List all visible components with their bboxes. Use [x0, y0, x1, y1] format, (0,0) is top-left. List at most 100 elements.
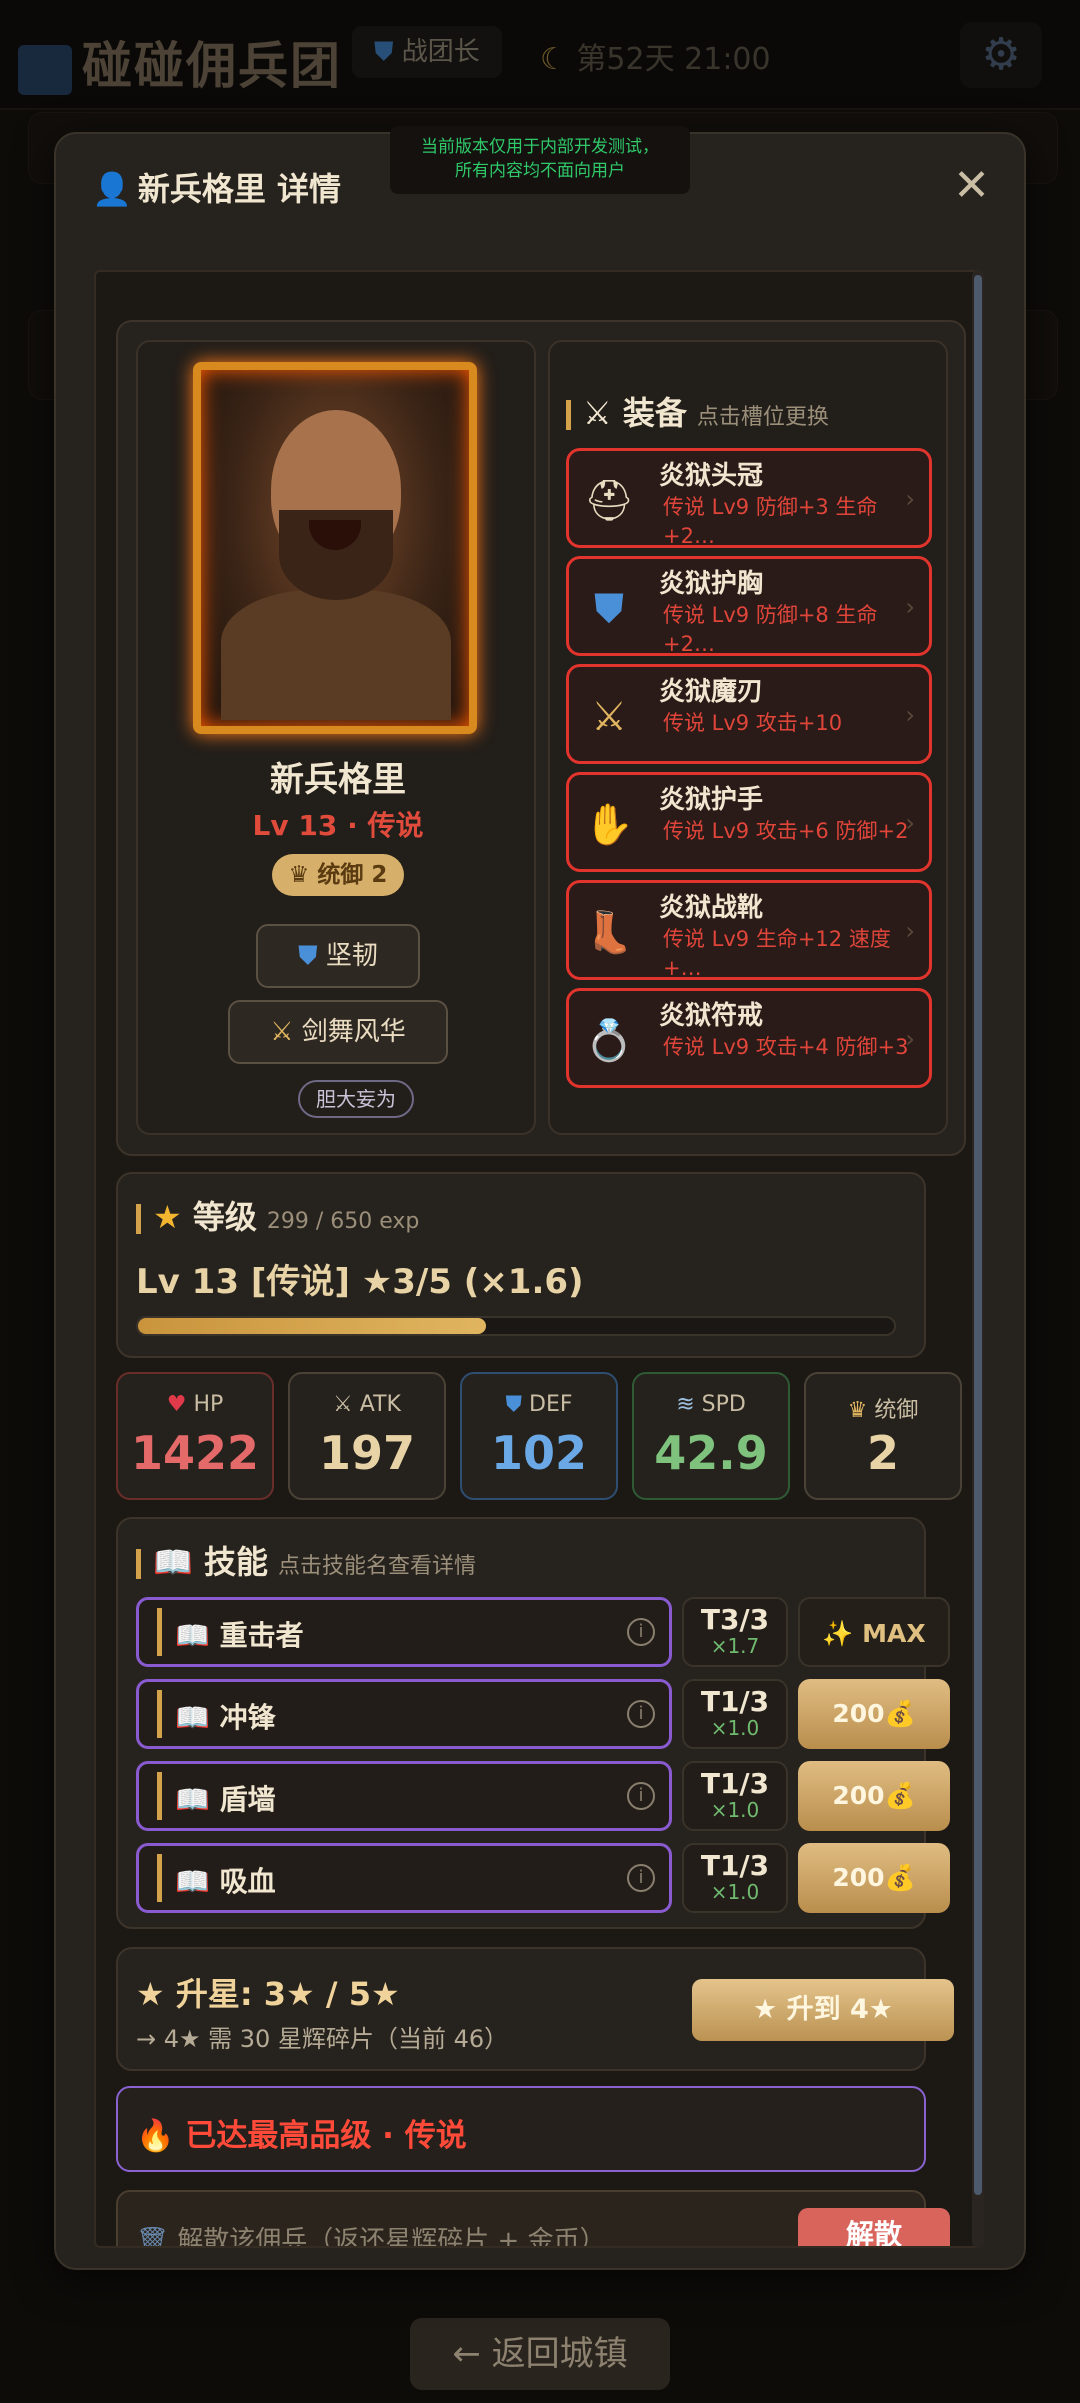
dismiss-text: 🗑 解散该佣兵（返还星辉碎片 + 金币） [136, 2220, 606, 2248]
swords-icon: ⚔ [583, 394, 623, 432]
skills-card: 📖 技能 点击技能名查看详情 📖 重击者 i T3/3 ×1.7 ✨ MAX 📖 冲锋… [116, 1517, 950, 1929]
tier-value: T1/3 [700, 1767, 770, 1800]
stat-spd: ≋ SPD 42.9 [632, 1372, 790, 1500]
leadership-text: 统御 2 [317, 862, 388, 888]
skill-tier: T1/3 ×1.0 [682, 1679, 788, 1749]
skill-upgrade-button[interactable]: 200💰 [798, 1761, 950, 1831]
equip-slot-helmet[interactable]: ⛑ 炎狱头冠传说 Lv9 防御+3 生命+2… › [566, 448, 932, 548]
hero-portrait [193, 362, 477, 734]
equip-slot-boots[interactable]: 👢 炎狱战靴 传说 Lv9 生命+12 速度+… › [566, 880, 932, 980]
equip-slot-ring[interactable]: 💍 炎狱符戒 传说 Lv9 攻击+4 防御+3 › [566, 988, 932, 1088]
skill-accent [157, 1690, 162, 1738]
portrait-body [221, 590, 451, 720]
tier-multiplier: ×1.7 [710, 1634, 760, 1658]
heart-icon: ♥ [166, 1392, 194, 1417]
star-up-button[interactable]: ★ 升到 4★ [692, 1979, 954, 2041]
equip-slot-weapon[interactable]: ⚔ 炎狱魔刃 传说 Lv9 攻击+10 › [566, 664, 932, 764]
chevron-right-icon: › [905, 701, 915, 729]
hero-profile: 新兵格里 Lv 13 · 传说 ♛ 统御 2 ⛊ 坚韧 ⚔ 剑舞风华 胆大妄为 [136, 340, 536, 1135]
skill-name-text: 吸血 [219, 1865, 276, 1898]
equip-name: 炎狱战靴 [659, 893, 764, 923]
stat-value: 42.9 [654, 1426, 768, 1480]
trait-tenacious[interactable]: ⛊ 坚韧 [256, 924, 420, 988]
info-icon[interactable]: i [627, 1618, 655, 1646]
equip-name: 炎狱护手 [659, 785, 764, 815]
book-icon: 📖 [153, 1543, 204, 1581]
skill-name-text: 重击者 [219, 1619, 304, 1652]
equip-stats: 传说 Lv9 攻击+10 [663, 711, 843, 735]
book-icon: 📖 [175, 1865, 220, 1898]
gloves-icon: ✋ [584, 802, 634, 848]
trait-sword-dance[interactable]: ⚔ 剑舞风华 [228, 1000, 448, 1064]
skill-row[interactable]: 📖 吸血 i [136, 1843, 672, 1913]
skill-row[interactable]: 📖 冲锋 i [136, 1679, 672, 1749]
stat-label: ⛊ DEF [462, 1392, 616, 1417]
chevron-right-icon: › [905, 485, 915, 513]
info-icon[interactable]: i [627, 1782, 655, 1810]
star-detail: → 4★ 需 30 星辉碎片（当前 46） [136, 2025, 509, 2053]
star-icon: ★ [153, 1198, 193, 1236]
swords-icon: ⚔ [270, 1017, 302, 1047]
tier-value: T1/3 [700, 1685, 770, 1718]
equip-stats: 传说 Lv9 防御+3 生命+2… [663, 495, 878, 547]
stat-label-text: SPD [701, 1392, 746, 1417]
dismiss-text-label: 解散该佣兵（返还星辉碎片 + 金币） [177, 2226, 606, 2248]
skill-tier: T1/3 ×1.0 [682, 1843, 788, 1913]
dismiss-button[interactable]: 解散 [798, 2208, 950, 2246]
equipment-hint: 点击槽位更换 [696, 405, 829, 430]
equip-stats: 传说 Lv9 防御+8 生命+2… [663, 603, 878, 655]
shield-icon: ⛊ [505, 1392, 529, 1417]
equip-slot-chest[interactable]: ⛊ 炎狱护胸 传说 Lv9 防御+8 生命+2… › [566, 556, 932, 656]
helmet-icon: ⛑ [583, 478, 635, 524]
equip-stats: 传说 Lv9 攻击+6 防御+2 [663, 819, 909, 843]
dev-notice-line: 当前版本仅用于内部开发测试， [421, 137, 659, 157]
chevron-right-icon: › [905, 809, 915, 837]
skill-max-badge: ✨ MAX [798, 1597, 950, 1667]
equipment-title: ⚔ 装备 点击槽位更换 [566, 388, 829, 434]
max-quality-banner: 🔥 已达最高品级 · 传说 [116, 2086, 926, 2172]
info-icon[interactable]: i [627, 1700, 655, 1728]
title-accent [136, 1549, 141, 1579]
stat-label: ⚔ ATK [290, 1392, 444, 1417]
equipment-title-text: 装备 [622, 394, 687, 432]
dev-notice-line: 所有内容均不面向用户 [455, 161, 625, 181]
info-icon[interactable]: i [627, 1864, 655, 1892]
book-icon: 📖 [175, 1701, 220, 1734]
skill-row[interactable]: 📖 盾墙 i [136, 1761, 672, 1831]
skills-title: 📖 技能 点击技能名查看详情 [136, 1537, 476, 1583]
skill-name: 📖 冲锋 [175, 1696, 276, 1736]
dismiss-card: 🗑 解散该佣兵（返还星辉碎片 + 金币） 解散 [116, 2190, 950, 2248]
level-title: ★ 等级 299 / 650 exp [136, 1192, 419, 1238]
tier-value: T1/3 [700, 1849, 770, 1882]
modal-scroll-area[interactable]: 新兵格里 Lv 13 · 传说 ♛ 统御 2 ⛊ 坚韧 ⚔ 剑舞风华 胆大妄为 … [94, 270, 984, 2248]
swords-icon: ⚔ [591, 694, 627, 740]
wind-icon: ≋ [676, 1392, 702, 1417]
close-button[interactable]: ✕ [953, 160, 990, 211]
scrollbar-thumb[interactable] [974, 275, 982, 2195]
stat-label-text: DEF [529, 1392, 573, 1417]
hero-name: 新兵格里 [270, 760, 406, 800]
stat-label-text: HP [193, 1392, 224, 1417]
stat-value: 102 [490, 1426, 588, 1480]
skill-row[interactable]: 📖 重击者 i [136, 1597, 672, 1667]
stat-leadership: ♛ 统御 2 [804, 1372, 962, 1500]
personality-tag[interactable]: 胆大妄为 [298, 1080, 414, 1118]
skills-hint: 点击技能名查看详情 [278, 1554, 477, 1579]
max-quality-text: 🔥 已达最高品级 · 传说 [136, 2118, 467, 2154]
equip-stats: 传说 Lv9 生命+12 速度+… [663, 927, 891, 979]
equip-slot-gloves[interactable]: ✋ 炎狱护手传说 Lv9 攻击+6 防御+2 › [566, 772, 932, 872]
skill-upgrade-button[interactable]: 200💰 [798, 1843, 950, 1913]
trash-icon: 🗑 [136, 2226, 178, 2248]
skill-name: 📖 吸血 [175, 1860, 276, 1900]
skill-name-text: 冲锋 [219, 1701, 276, 1734]
chevron-right-icon: › [905, 917, 915, 945]
skill-tier: T3/3 ×1.7 [682, 1597, 788, 1667]
skill-upgrade-button[interactable]: 200💰 [798, 1679, 950, 1749]
tier-multiplier: ×1.0 [710, 1798, 760, 1822]
equip-name: 炎狱头冠 [659, 461, 764, 491]
stat-label: ≋ SPD [634, 1392, 788, 1417]
title-accent [136, 1204, 141, 1234]
back-to-town-button[interactable]: ← 返回城镇 [410, 2318, 670, 2390]
modal-title-text: 新兵格里 详情 [137, 170, 341, 208]
stat-label: ♥ HP [118, 1392, 272, 1417]
